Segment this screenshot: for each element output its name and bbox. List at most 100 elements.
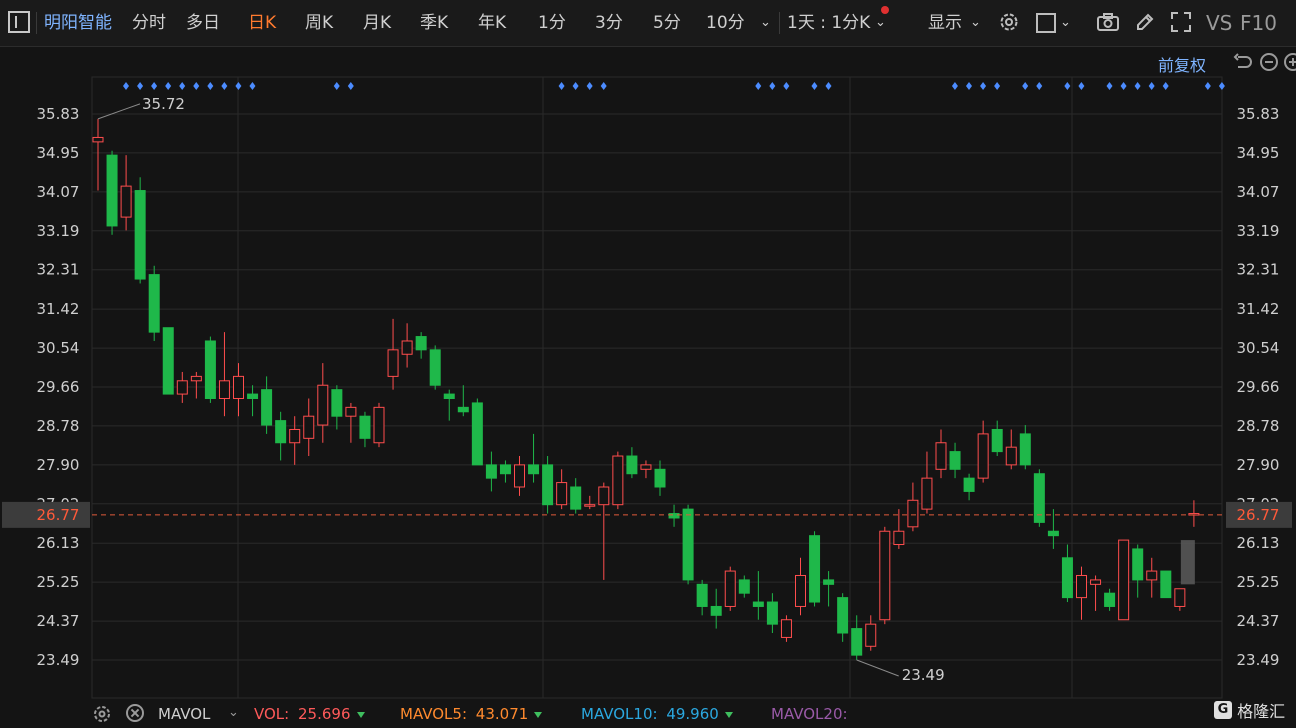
indicator-name[interactable]: MAVOL <box>158 705 210 723</box>
period-tab-multiday[interactable]: 多日 <box>186 0 220 46</box>
price-tick-left: 25.25 <box>37 573 80 591</box>
candle <box>345 402 357 443</box>
event-marker-diamond-icon <box>586 82 593 90</box>
camera-icon[interactable] <box>1096 11 1119 33</box>
candle-body <box>752 601 764 607</box>
price-tick-right: 31.42 <box>1237 300 1280 318</box>
candle-body <box>766 601 778 625</box>
stock-name[interactable]: 明阳智能 <box>44 0 112 46</box>
candle-body <box>823 579 835 585</box>
price-tick-left: 33.19 <box>37 222 80 240</box>
candle-body <box>204 340 216 400</box>
candle <box>738 575 750 598</box>
vs-compare-button[interactable]: VS <box>1206 0 1232 46</box>
event-marker-diamond-icon <box>221 82 228 90</box>
vol-label-text: VOL: <box>254 705 290 723</box>
candle-body <box>1061 557 1073 599</box>
fullscreen-icon[interactable] <box>1170 11 1192 33</box>
event-marker-diamond-icon <box>1078 82 1085 90</box>
indicator-settings-gear-icon[interactable] <box>92 704 112 724</box>
candle-body <box>626 455 638 475</box>
zoom-out-icon[interactable] <box>1260 53 1278 71</box>
checkbox-square-icon[interactable] <box>1036 13 1056 33</box>
square-chevron-icon[interactable]: ⌄ <box>1060 0 1071 46</box>
multi-view-selector[interactable]: 1天 : 1分K <box>787 0 870 46</box>
candle <box>359 411 371 448</box>
candle-body <box>654 468 666 488</box>
candle <box>204 336 216 403</box>
candle-body <box>499 464 511 475</box>
f10-button[interactable]: F10 <box>1240 0 1277 46</box>
mavol5-value: 43.071 <box>475 705 529 723</box>
zoom-in-icon[interactable] <box>1284 53 1296 71</box>
candle-body <box>471 402 483 466</box>
period-tab-3min[interactable]: 3分 <box>595 0 623 46</box>
display-chevron-icon[interactable]: ⌄ <box>970 0 981 46</box>
display-menu[interactable]: 显示 <box>928 0 962 46</box>
event-marker-diamond-icon <box>1036 82 1043 90</box>
down-arrow-icon <box>724 711 733 718</box>
event-marker-diamond-icon <box>600 82 607 90</box>
mavol20-label-text: MAVOL20: <box>771 705 848 723</box>
candle <box>415 332 427 359</box>
candle-body <box>1132 548 1144 581</box>
price-tick-right: 30.54 <box>1237 339 1280 357</box>
candle <box>710 588 722 629</box>
period-tab-5min[interactable]: 5分 <box>653 0 681 46</box>
price-tick-left: 35.83 <box>37 105 80 123</box>
mavol20-label: MAVOL20: <box>771 705 848 723</box>
event-marker-diamond-icon <box>558 82 565 90</box>
event-marker-diamond-icon <box>825 82 832 90</box>
candle-body <box>134 190 146 280</box>
candle <box>851 615 863 660</box>
period-more-chevron-icon[interactable]: ⌄ <box>760 0 771 46</box>
candle-body <box>865 623 877 647</box>
period-tab-monthly-k[interactable]: 月K <box>363 0 391 46</box>
candle-body <box>682 508 694 581</box>
event-marker-diamond-icon <box>347 82 354 90</box>
candle-body <box>921 477 933 510</box>
period-tab-daily-k[interactable]: 日K <box>248 0 276 46</box>
candle <box>766 593 778 634</box>
candle-body <box>1047 530 1059 537</box>
candle <box>935 429 947 479</box>
candle-body <box>345 406 357 417</box>
candle-body <box>1160 570 1172 599</box>
brand-watermark: G 格隆汇 <box>1214 698 1294 722</box>
mavol10-label-text: MAVOL10: <box>581 705 658 723</box>
candle <box>1033 469 1045 527</box>
period-tab-quarterly-k[interactable]: 季K <box>420 0 448 46</box>
period-tab-weekly-k[interactable]: 周K <box>305 0 333 46</box>
indicator-chevron-icon[interactable]: ⌄ <box>228 705 239 720</box>
candle-body <box>710 605 722 616</box>
candle-body <box>247 393 259 400</box>
candle <box>584 495 596 510</box>
candle <box>654 460 666 496</box>
event-marker-diamond-icon <box>1134 82 1141 90</box>
pencil-draw-icon[interactable] <box>1134 11 1156 33</box>
candle <box>809 531 821 607</box>
sidebar-toggle-icon[interactable] <box>8 11 30 33</box>
period-tab-1min[interactable]: 1分 <box>538 0 566 46</box>
price-tick-right: 24.37 <box>1237 612 1280 630</box>
period-tab-yearly-k[interactable]: 年K <box>478 0 506 46</box>
price-tick-right: 29.66 <box>1237 378 1280 396</box>
candle <box>1076 566 1087 620</box>
undo-icon[interactable] <box>1232 53 1252 73</box>
period-tab-timeshare[interactable]: 分时 <box>132 0 166 46</box>
event-marker-diamond-icon <box>769 82 776 90</box>
event-marker-diamond-icon <box>151 82 158 90</box>
candle-body <box>949 451 961 470</box>
period-tab-10min[interactable]: 10分 <box>706 0 745 46</box>
candle <box>401 323 413 368</box>
candle <box>1132 544 1144 598</box>
settings-gear-icon[interactable] <box>998 11 1020 33</box>
candle-body <box>387 349 399 377</box>
candle <box>1174 588 1186 611</box>
adjustment-mode-button[interactable]: 前复权 <box>1158 52 1206 76</box>
kline-chart[interactable]: 35.83 34.95 34.07 33.19 32.31 31.42 30.54 29.66… <box>0 46 1296 700</box>
candle <box>457 385 469 417</box>
candle-body <box>640 464 652 470</box>
candle <box>626 447 638 479</box>
indicator-close-icon[interactable] <box>126 704 144 722</box>
